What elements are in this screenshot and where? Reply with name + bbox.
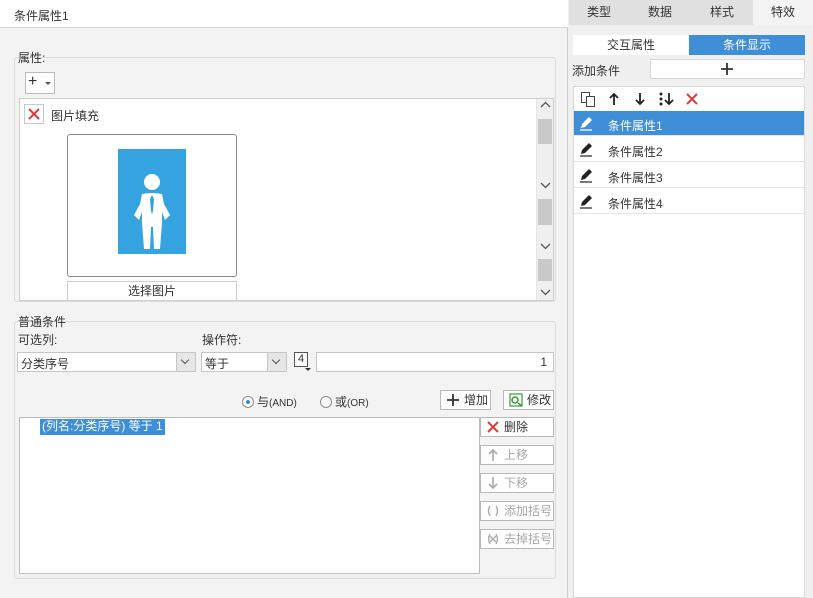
effect-subtabs: 交互属性 条件显示 — [573, 35, 805, 55]
plus-icon — [447, 394, 459, 406]
arrow-up-icon — [488, 448, 498, 461]
chevron-down-icon[interactable] — [267, 353, 286, 371]
radio-and-label: 与 — [257, 395, 270, 409]
panel-title: 条件属性1 — [0, 0, 568, 28]
attribute-list: 图片填充 选择图片 — [19, 98, 554, 301]
list-item-condition-4[interactable]: 条件属性4 — [574, 189, 804, 214]
list-item-condition-1[interactable]: 条件属性1 — [574, 111, 804, 136]
delete-attribute-button[interactable] — [24, 104, 44, 124]
radio-unselected-icon — [320, 396, 332, 408]
radio-selected-icon — [242, 396, 254, 408]
condition-attribute-list: 条件属性1 条件属性2 条件属性3 条件属性4 — [573, 86, 805, 598]
add-icon: + — [28, 73, 38, 90]
column-select-value: 分类序号 — [21, 357, 70, 371]
copy-icon[interactable] — [580, 91, 596, 107]
tab-type[interactable]: 类型 — [569, 0, 629, 25]
list-item-condition-2[interactable]: 条件属性2 — [574, 137, 804, 162]
edit-gear-icon — [509, 393, 523, 407]
edit-pen-icon — [580, 143, 592, 157]
move-down-label: 下移 — [504, 476, 529, 490]
image-thumbnail — [118, 149, 186, 254]
tab-effect[interactable]: 特效 — [753, 0, 813, 25]
add-bracket-label: 添加括号 — [504, 504, 553, 518]
add-condition-label: 增加 — [464, 393, 489, 407]
arrow-down-icon — [488, 477, 498, 490]
edit-pen-icon — [580, 117, 592, 131]
operator-select-value: 等于 — [205, 357, 230, 371]
radio-or-label: 或 — [335, 395, 348, 409]
subtab-interaction[interactable]: 交互属性 — [573, 35, 689, 55]
list-item-condition-3[interactable]: 条件属性3 — [574, 163, 804, 188]
tab-data[interactable]: 数据 — [629, 0, 691, 25]
remove-bracket-button[interactable]: 去掉括号 — [480, 529, 554, 549]
list-item-label: 条件属性2 — [608, 145, 663, 159]
radio-and-sub: (AND) — [269, 398, 297, 409]
delete-condition-button[interactable]: 删除 — [480, 417, 554, 437]
remove-bracket-icon — [487, 533, 499, 545]
scroll-down-icon[interactable] — [540, 181, 551, 191]
subtab-condition-display[interactable]: 条件显示 — [689, 35, 805, 55]
property-tabs: 类型 数据 样式 特效 — [569, 0, 813, 25]
attribute-list-scrollbar[interactable] — [536, 99, 553, 300]
column-select[interactable]: 分类序号 — [17, 352, 196, 372]
caret-down-icon — [45, 82, 51, 85]
add-condition-button[interactable]: 增加 — [440, 390, 491, 410]
attribute-item-label: 图片填充 — [51, 109, 100, 123]
add-bracket-button[interactable]: 添加括号 — [480, 501, 554, 521]
list-item-label: 条件属性3 — [608, 171, 663, 185]
scroll-thumb-bottom[interactable] — [538, 259, 552, 281]
move-up-button[interactable]: 上移 — [480, 445, 554, 465]
add-condition-label: 添加条件 — [572, 64, 621, 78]
arrow-up-icon[interactable] — [606, 91, 622, 107]
edit-condition-button[interactable]: 修改 — [503, 390, 554, 410]
scroll-down-icon[interactable] — [540, 242, 551, 252]
list-item-label: 条件属性1 — [608, 119, 663, 133]
scroll-thumb-lower[interactable] — [538, 199, 552, 225]
radio-or[interactable]: 或(OR) — [320, 393, 369, 410]
person-icon — [134, 174, 170, 249]
remove-bracket-label: 去掉括号 — [504, 532, 553, 546]
bracket-icon — [487, 505, 499, 517]
tab-style[interactable]: 样式 — [691, 0, 753, 25]
chevron-down-icon[interactable] — [176, 353, 195, 371]
column-label: 可选列: — [18, 333, 58, 347]
operator-label: 操作符: — [202, 333, 242, 347]
plus-icon — [721, 63, 733, 75]
edit-pen-icon — [580, 169, 592, 183]
value-type-button[interactable]: 4 — [294, 352, 312, 372]
condition-expression-list: (列名:分类序号) 等于 1 — [19, 417, 480, 574]
choose-image-button[interactable]: 选择图片 — [67, 281, 237, 301]
condition-value-input[interactable]: 1 — [316, 352, 554, 372]
normal-condition-label: 普通条件 — [18, 315, 67, 329]
condition-attribute-panel: 条件属性1 属性: + 图片填充 选择图片 普通条件 可选列: 操作符: 分类序… — [0, 0, 568, 598]
scroll-up-icon[interactable] — [540, 101, 551, 111]
edit-pen-icon — [580, 195, 592, 209]
number-type-icon: 4 — [294, 352, 308, 367]
add-condition-attribute-button[interactable] — [650, 59, 805, 79]
close-icon — [487, 421, 499, 433]
operator-select[interactable]: 等于 — [201, 352, 287, 372]
close-icon — [28, 108, 40, 120]
move-down-button[interactable]: 下移 — [480, 473, 554, 493]
list-toolbar — [574, 87, 804, 111]
radio-and[interactable]: 与(AND) — [242, 393, 297, 410]
move-up-label: 上移 — [504, 448, 529, 462]
list-item-label: 条件属性4 — [608, 197, 663, 211]
scroll-thumb[interactable] — [538, 119, 552, 144]
condition-expression-item[interactable]: (列名:分类序号) 等于 1 — [40, 419, 165, 435]
arrow-down-icon[interactable] — [632, 91, 648, 107]
edit-condition-label: 修改 — [527, 393, 552, 407]
image-preview[interactable] — [67, 134, 237, 277]
add-attribute-dropdown[interactable]: + — [25, 72, 55, 94]
caret-down-icon — [305, 368, 311, 371]
attribute-section-label: 属性: — [18, 51, 46, 65]
delete-condition-label: 删除 — [504, 420, 529, 434]
delete-icon[interactable] — [684, 91, 700, 107]
scroll-down-icon[interactable] — [540, 288, 551, 298]
sort-icon[interactable] — [658, 91, 674, 107]
radio-or-sub: (OR) — [347, 398, 369, 409]
properties-sidebar: 类型 数据 样式 特效 交互属性 条件显示 添加条件 条件属性1 条件属性2 条… — [569, 0, 813, 598]
